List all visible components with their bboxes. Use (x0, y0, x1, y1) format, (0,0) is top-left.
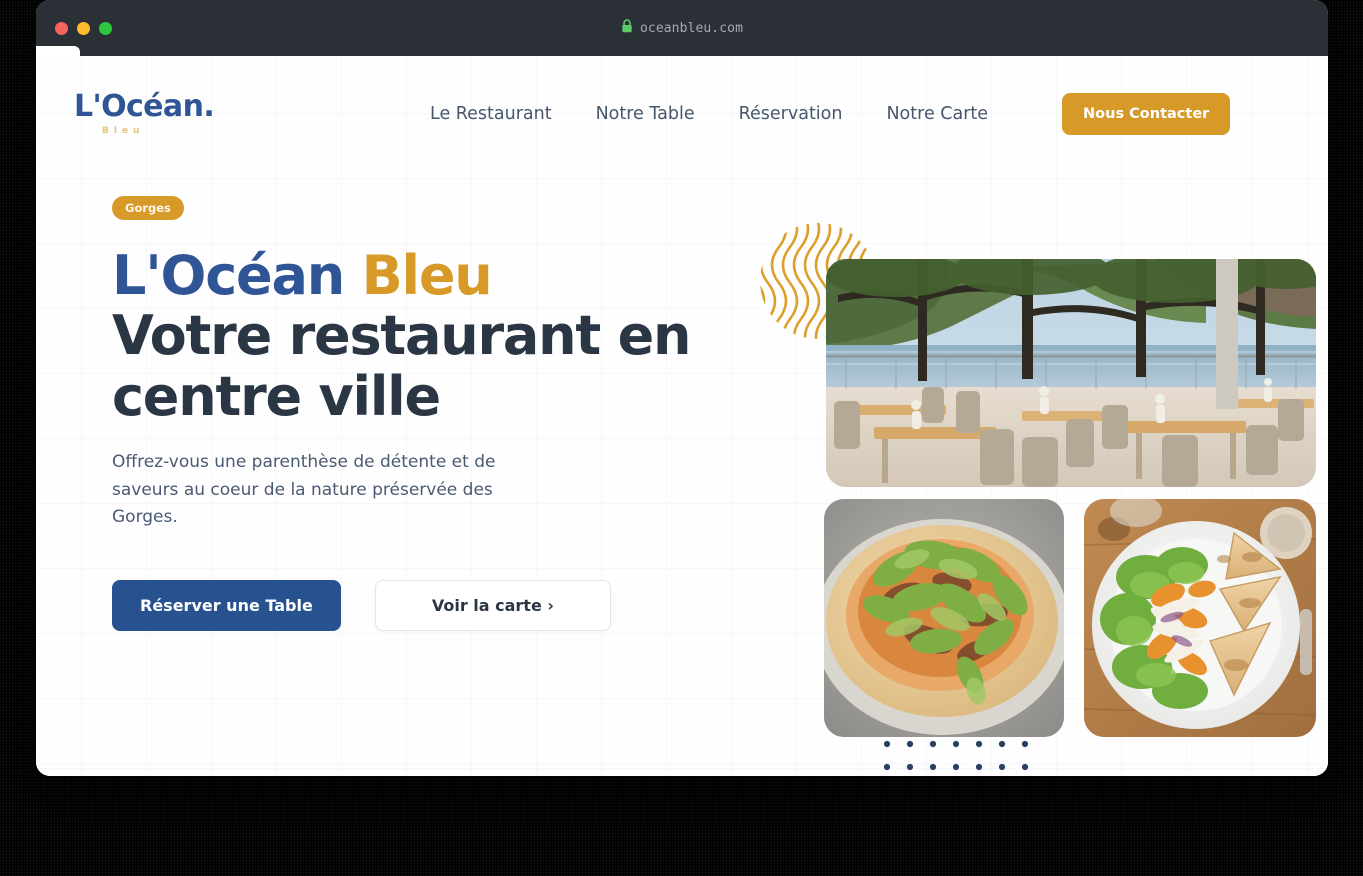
logo-name: L'Océan (74, 89, 204, 124)
hero-title-accent: Bleu (361, 244, 493, 307)
page-content: L'Océan. Bleu Le Restaurant Notre Table … (36, 56, 1328, 776)
hero-title-line2: Votre restaurant en (112, 304, 691, 368)
quesadilla-salad-image (1084, 499, 1316, 737)
nav-item-reservation[interactable]: Réservation (739, 104, 843, 124)
hero-text-column: Gorges L'Océan Bleu Votre restaurant en … (112, 196, 732, 631)
site-header: L'Océan. Bleu Le Restaurant Notre Table … (36, 56, 1328, 172)
site-logo[interactable]: L'Océan. Bleu (74, 92, 224, 137)
contact-button[interactable]: Nous Contacter (1062, 93, 1231, 135)
browser-window: oceanbleu.com L'Océan. Bleu Le Restauran… (36, 0, 1328, 776)
hero-subtitle: Offrez-vous une parenthèse de détente et… (112, 452, 496, 528)
hero-actions: Réserver une Table Voir la carte › (112, 580, 732, 631)
dot-grid-decoration (882, 739, 1030, 776)
address-bar[interactable]: oceanbleu.com (36, 18, 1328, 38)
window-traffic-lights (55, 21, 112, 35)
hero-image-column (760, 221, 1316, 771)
nav-item-le-restaurant[interactable]: Le Restaurant (430, 104, 552, 124)
main-navigation: Le Restaurant Notre Table Réservation No… (430, 104, 988, 124)
hero-badge: Gorges (112, 196, 184, 220)
restaurant-terrace-image (826, 259, 1316, 487)
logo-main-text: L'Océan. (74, 92, 224, 122)
hero-title-line3: centre ville (112, 364, 441, 428)
hero-title-brand: L'Océan (112, 244, 362, 307)
nav-item-notre-table[interactable]: Notre Table (596, 104, 695, 124)
padlock-icon (621, 18, 633, 38)
minimize-window-button[interactable] (77, 21, 90, 35)
hero-title: L'Océan Bleu Votre restaurant en centre … (112, 244, 732, 428)
logo-sub-text: Bleu (102, 126, 145, 136)
close-window-button[interactable] (55, 21, 68, 35)
nav-item-notre-carte[interactable]: Notre Carte (886, 104, 988, 124)
logo-dot: . (203, 89, 215, 124)
browser-titlebar: oceanbleu.com (36, 0, 1328, 56)
pizza-image (824, 499, 1064, 737)
url-text: oceanbleu.com (639, 20, 744, 36)
view-menu-button[interactable]: Voir la carte › (374, 580, 611, 631)
reserve-table-button[interactable]: Réserver une Table (112, 580, 341, 631)
maximize-window-button[interactable] (99, 21, 112, 35)
